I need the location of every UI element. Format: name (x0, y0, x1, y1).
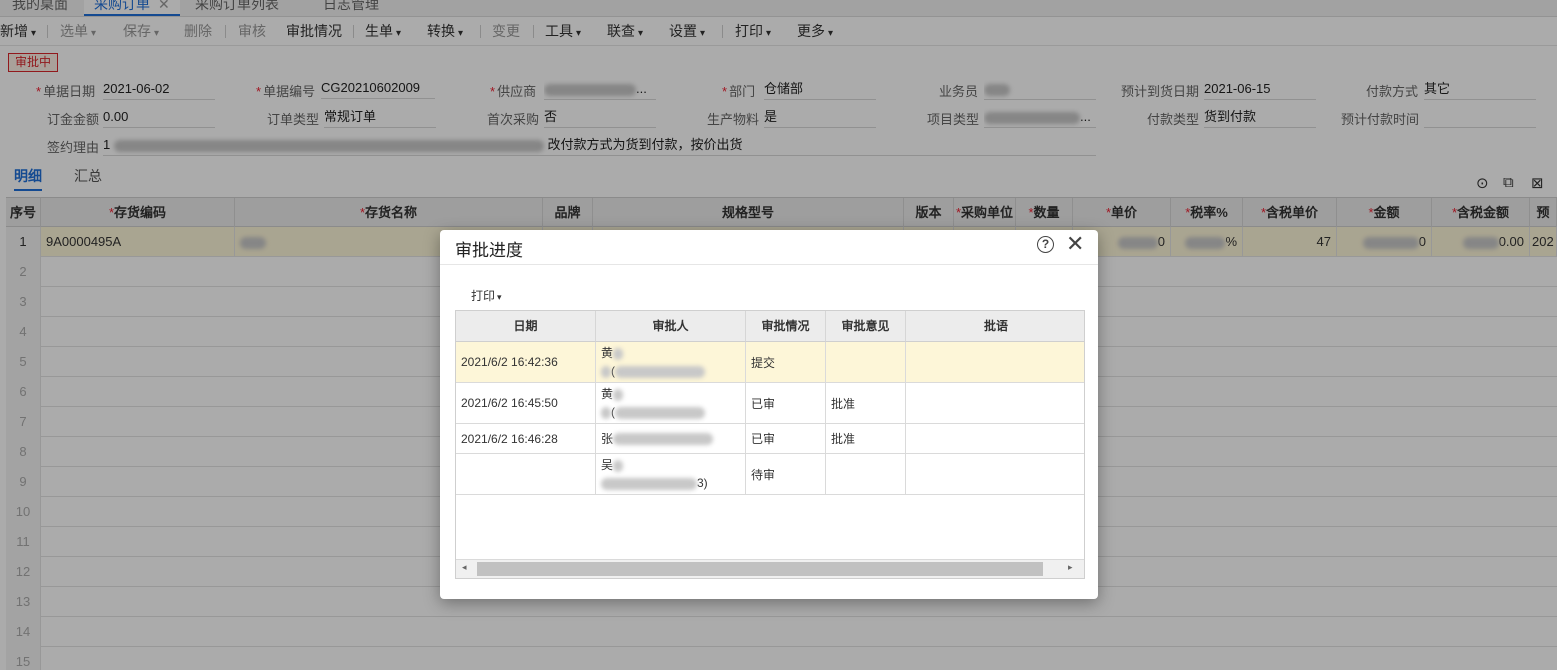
approver-line: 3) (601, 474, 708, 492)
approver-name: 黄 (601, 387, 614, 401)
col-header[interactable]: 审批情况 (746, 311, 826, 342)
redacted-text (615, 406, 705, 419)
help-icon[interactable]: ? (1037, 236, 1054, 253)
approver-name: 黄 (601, 346, 614, 360)
approver-line: 黄 (601, 385, 624, 403)
app-window: { "tabs": { "desktop": "我的桌面", "purchase… (0, 0, 1557, 670)
scroll-right-icon[interactable]: ▸ (1068, 562, 1073, 573)
cell-date: 2021/6/2 16:45:50 (456, 383, 596, 423)
redacted-text (613, 347, 624, 360)
cell-date: 2021/6/2 16:42:36 (456, 342, 596, 382)
table-row[interactable]: 2021/6/2 16:46:28 张 已审 批准 (456, 424, 1084, 454)
approver-name: 张 (601, 432, 614, 446)
cell-opinion: 批准 (826, 383, 906, 423)
scrollbar-thumb[interactable] (477, 562, 1043, 576)
redacted-text (601, 365, 611, 378)
col-header[interactable]: 审批意见 (826, 311, 906, 342)
redacted-text (613, 432, 714, 445)
print-button[interactable]: 打印 ▾ (471, 287, 502, 304)
scroll-left-icon[interactable]: ◂ (462, 562, 467, 573)
dialog-title: 审批进度 (455, 241, 523, 260)
close-icon[interactable]: ✕ (1066, 232, 1084, 256)
cell-date: 2021/6/2 16:46:28 (456, 424, 596, 453)
approval-progress-dialog: 审批进度 ? ✕ 打印 ▾ 日期 审批人 审批情况 审批意见 批语 2021/6/… (440, 230, 1098, 599)
chevron-down-icon: ▾ (497, 292, 502, 302)
redacted-text (601, 477, 697, 490)
approver-line: ( (601, 403, 705, 421)
redacted-text (601, 406, 611, 419)
redacted-text (615, 365, 705, 378)
cell-status: 待审 (746, 454, 826, 494)
approver-id: 3) (697, 476, 708, 490)
col-header[interactable]: 审批人 (596, 311, 746, 342)
cell-approver: 张 (596, 424, 746, 453)
horizontal-scrollbar[interactable]: ◂ ▸ (456, 559, 1084, 578)
cell-comment (906, 342, 1084, 382)
approver-line: ( (601, 362, 705, 380)
cell-opinion (826, 342, 906, 382)
redacted-text (613, 459, 624, 472)
redacted-text (613, 388, 624, 401)
col-header[interactable]: 日期 (456, 311, 596, 342)
cell-opinion (826, 454, 906, 494)
cell-status: 已审 (746, 424, 826, 453)
col-header[interactable]: 批语 (906, 311, 1084, 342)
cell-status: 提交 (746, 342, 826, 382)
approver-name: 吴 (601, 458, 614, 472)
cell-approver: 黄 ( (596, 383, 746, 423)
cell-approver: 黄 ( (596, 342, 746, 382)
table-row[interactable]: 吴 3) 待审 (456, 454, 1084, 495)
cell-comment (906, 424, 1084, 453)
table-row[interactable]: 2021/6/2 16:42:36 黄 ( 提交 (456, 342, 1084, 383)
cell-comment (906, 383, 1084, 423)
print-label: 打印 (471, 289, 496, 303)
cell-comment (906, 454, 1084, 494)
approval-table: 日期 审批人 审批情况 审批意见 批语 2021/6/2 16:42:36 黄 … (455, 310, 1085, 579)
cell-approver: 吴 3) (596, 454, 746, 494)
cell-opinion: 批准 (826, 424, 906, 453)
divider (440, 264, 1098, 265)
table-row[interactable]: 2021/6/2 16:45:50 黄 ( 已审 批准 (456, 383, 1084, 424)
approver-line: 吴 (601, 456, 624, 474)
approver-line: 黄 (601, 344, 624, 362)
cell-date (456, 454, 596, 494)
cell-status: 已审 (746, 383, 826, 423)
